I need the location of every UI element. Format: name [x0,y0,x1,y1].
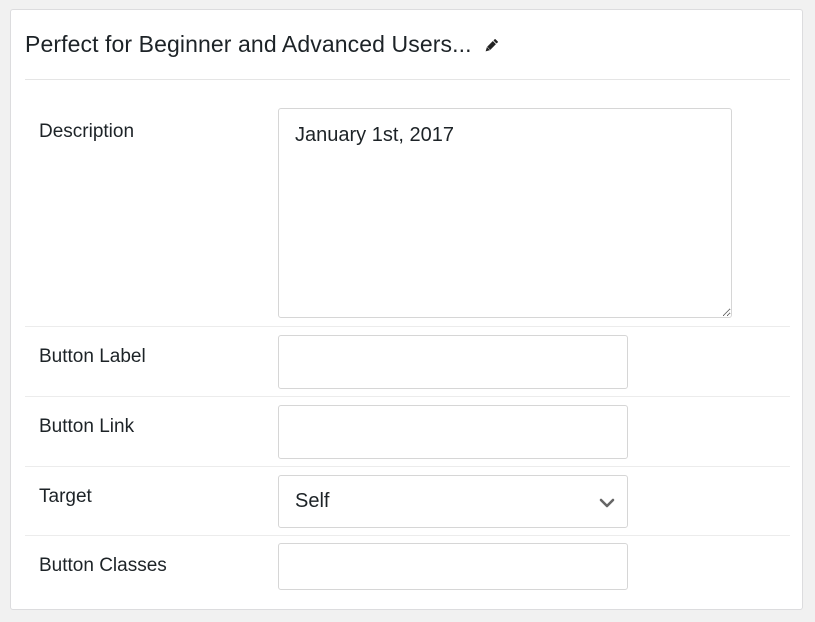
button-classes-label: Button Classes [39,555,167,576]
chevron-down-icon [599,494,615,510]
pencil-icon[interactable] [482,37,500,55]
button-label-input[interactable] [278,335,628,389]
panel-title: Perfect for Beginner and Advanced Users.… [25,31,472,57]
button-link-label: Button Link [39,416,135,437]
target-label: Target [39,486,92,507]
button-link-input[interactable] [278,405,628,459]
widget-settings-panel: Perfect for Beginner and Advanced Users.… [10,9,803,610]
button-label-label: Button Label [39,346,146,367]
panel-header: Perfect for Beginner and Advanced Users.… [25,10,790,80]
description-textarea[interactable]: January 1st, 2017 [278,108,732,318]
button-classes-row: Button Classes [25,536,790,610]
description-row: Description January 1st, 2017 [25,80,790,327]
target-select-value: Self [295,490,330,512]
button-link-row: Button Link [25,397,790,467]
target-row: Target Self [25,467,790,536]
description-label: Description [39,121,135,142]
button-label-row: Button Label [25,327,790,397]
button-classes-input[interactable] [278,543,628,590]
target-select[interactable]: Self [278,475,628,528]
